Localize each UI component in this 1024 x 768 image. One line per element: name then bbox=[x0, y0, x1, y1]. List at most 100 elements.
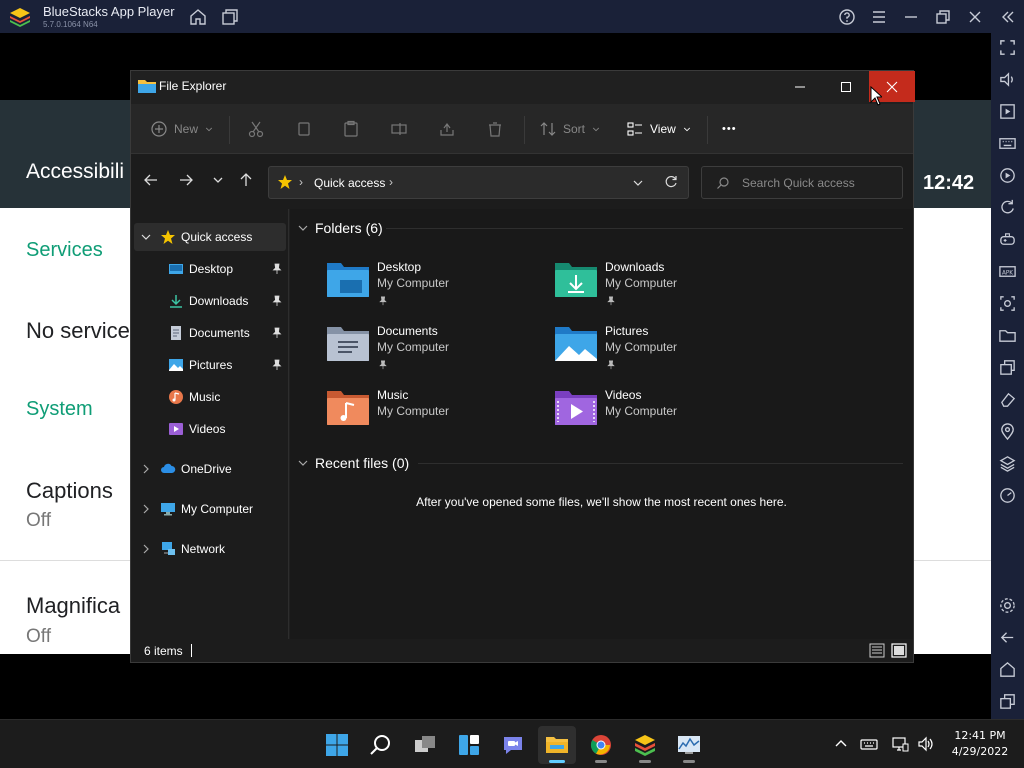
paste-button[interactable] bbox=[342, 118, 360, 140]
folder-tile-downloads[interactable]: Downloads My Computer bbox=[554, 260, 764, 316]
folders-group-header[interactable]: Folders (6) bbox=[297, 217, 383, 239]
recent-locations-chevron-icon[interactable] bbox=[210, 172, 230, 192]
address-trailing-separator[interactable]: › bbox=[389, 175, 393, 189]
help-icon[interactable] bbox=[837, 7, 857, 27]
share-button[interactable] bbox=[438, 118, 456, 140]
refresh-icon[interactable] bbox=[664, 175, 678, 189]
details-view-icon[interactable] bbox=[869, 643, 885, 658]
folder-tile-videos[interactable]: Videos My Computer bbox=[554, 388, 764, 444]
minimize-icon[interactable] bbox=[901, 7, 921, 27]
keyboard-icon[interactable] bbox=[860, 735, 878, 753]
copy-icon bbox=[298, 122, 310, 136]
gamepad-icon[interactable] bbox=[998, 230, 1017, 249]
task-view-button[interactable] bbox=[406, 726, 444, 764]
folder-tile-pictures[interactable]: Pictures My Computer bbox=[554, 324, 764, 380]
forward-arrow-icon[interactable] bbox=[178, 172, 198, 192]
chevron-right-icon[interactable] bbox=[140, 543, 152, 555]
apk-install-icon[interactable]: APK bbox=[998, 262, 1017, 281]
nav-quick-access[interactable]: Quick access bbox=[134, 223, 286, 251]
bluestacks-taskbar-button[interactable] bbox=[626, 726, 664, 764]
teams-chat-button[interactable] bbox=[494, 726, 532, 764]
volume-icon[interactable] bbox=[998, 70, 1017, 89]
up-arrow-icon[interactable] bbox=[238, 172, 258, 192]
delete-button[interactable] bbox=[486, 118, 504, 140]
chevron-down-icon[interactable] bbox=[140, 231, 152, 243]
folder-tile-desktop[interactable]: Desktop My Computer bbox=[326, 260, 536, 316]
screenshot-icon[interactable] bbox=[998, 294, 1017, 313]
restore-icon[interactable] bbox=[933, 7, 953, 27]
chevron-up-icon[interactable] bbox=[832, 735, 850, 753]
nav-item-desktop[interactable]: Desktop bbox=[134, 255, 286, 283]
recent-files-header-label: Recent files (0) bbox=[315, 455, 410, 471]
picture-icon bbox=[168, 357, 184, 373]
sort-button[interactable]: Sort bbox=[539, 118, 601, 140]
performance-monitor-button[interactable] bbox=[670, 726, 708, 764]
fe-maximize-button[interactable] bbox=[823, 71, 869, 102]
pin-icon[interactable] bbox=[271, 359, 283, 371]
nav-item-music[interactable]: Music bbox=[134, 383, 286, 411]
pin-icon[interactable] bbox=[271, 295, 283, 307]
network-tray-icon[interactable] bbox=[891, 735, 909, 753]
nav-network[interactable]: Network bbox=[134, 535, 286, 563]
file-explorer-titlebar[interactable]: File Explorer bbox=[131, 71, 915, 104]
address-bar[interactable]: › Quick access › bbox=[268, 166, 689, 199]
fe-minimize-button[interactable] bbox=[777, 71, 823, 102]
recent-files-empty-message: After you've opened some files, we'll sh… bbox=[416, 495, 787, 509]
eco-mode-icon[interactable] bbox=[998, 486, 1017, 505]
multi-window-icon[interactable] bbox=[998, 358, 1017, 377]
recent-files-group-header[interactable]: Recent files (0) bbox=[297, 452, 409, 474]
search-box[interactable] bbox=[701, 166, 903, 199]
nav-item-pictures[interactable]: Pictures bbox=[134, 351, 286, 379]
back-arrow-icon[interactable] bbox=[998, 628, 1017, 647]
nav-onedrive[interactable]: OneDrive bbox=[134, 455, 286, 483]
collapse-sidebar-icon[interactable] bbox=[997, 7, 1017, 27]
eraser-icon[interactable] bbox=[998, 390, 1017, 409]
layers-icon[interactable] bbox=[998, 454, 1017, 473]
pin-icon[interactable] bbox=[271, 327, 283, 339]
magnification-setting[interactable]: Magnifica bbox=[26, 593, 120, 619]
rename-button[interactable] bbox=[390, 118, 408, 140]
volume-icon[interactable] bbox=[917, 735, 935, 753]
multi-instance-icon[interactable] bbox=[220, 7, 240, 27]
search-taskbar-button[interactable] bbox=[362, 726, 400, 764]
nav-my-computer[interactable]: My Computer bbox=[134, 495, 286, 523]
nav-item-downloads[interactable]: Downloads bbox=[134, 287, 286, 315]
copy-button[interactable] bbox=[295, 118, 313, 140]
media-manager-icon[interactable] bbox=[998, 102, 1017, 121]
start-button[interactable] bbox=[318, 726, 356, 764]
taskbar-clock[interactable]: 12:41 PM 4/29/2022 bbox=[940, 728, 1020, 760]
address-dropdown-icon[interactable] bbox=[632, 176, 644, 188]
tiles-view-icon[interactable] bbox=[891, 643, 907, 658]
nav-item-documents[interactable]: Documents bbox=[134, 319, 286, 347]
rotate-icon[interactable] bbox=[998, 198, 1017, 217]
search-input[interactable] bbox=[742, 174, 892, 192]
chrome-button[interactable] bbox=[582, 726, 620, 764]
captions-setting[interactable]: Captions bbox=[26, 478, 113, 504]
folder-tile-documents[interactable]: Documents My Computer bbox=[326, 324, 536, 380]
cut-button[interactable] bbox=[247, 118, 265, 140]
back-arrow-icon[interactable] bbox=[143, 172, 163, 192]
mouse-cursor-icon bbox=[870, 85, 884, 106]
settings-gear-icon[interactable] bbox=[998, 596, 1017, 615]
location-icon[interactable] bbox=[998, 422, 1017, 441]
widgets-button[interactable] bbox=[450, 726, 488, 764]
android-home-icon[interactable] bbox=[998, 660, 1017, 679]
chevron-right-icon[interactable] bbox=[140, 463, 152, 475]
view-button[interactable]: View bbox=[626, 118, 692, 140]
nav-item-videos[interactable]: Videos bbox=[134, 415, 286, 443]
macro-icon[interactable] bbox=[998, 166, 1017, 185]
recent-apps-icon[interactable] bbox=[998, 692, 1017, 711]
new-button[interactable]: New bbox=[150, 118, 214, 140]
folder-icon[interactable] bbox=[998, 326, 1017, 345]
home-icon[interactable] bbox=[188, 7, 208, 27]
folder-tile-music[interactable]: Music My Computer bbox=[326, 388, 536, 444]
address-path[interactable]: Quick access bbox=[314, 176, 385, 190]
pin-icon[interactable] bbox=[271, 263, 283, 275]
file-explorer-taskbar-button[interactable] bbox=[538, 726, 576, 764]
menu-icon[interactable] bbox=[869, 7, 889, 27]
more-options-button[interactable]: ••• bbox=[722, 118, 737, 140]
fullscreen-icon[interactable] bbox=[998, 38, 1017, 57]
chevron-right-icon[interactable] bbox=[140, 503, 152, 515]
close-icon[interactable] bbox=[965, 7, 985, 27]
keyboard-icon[interactable] bbox=[998, 134, 1017, 153]
